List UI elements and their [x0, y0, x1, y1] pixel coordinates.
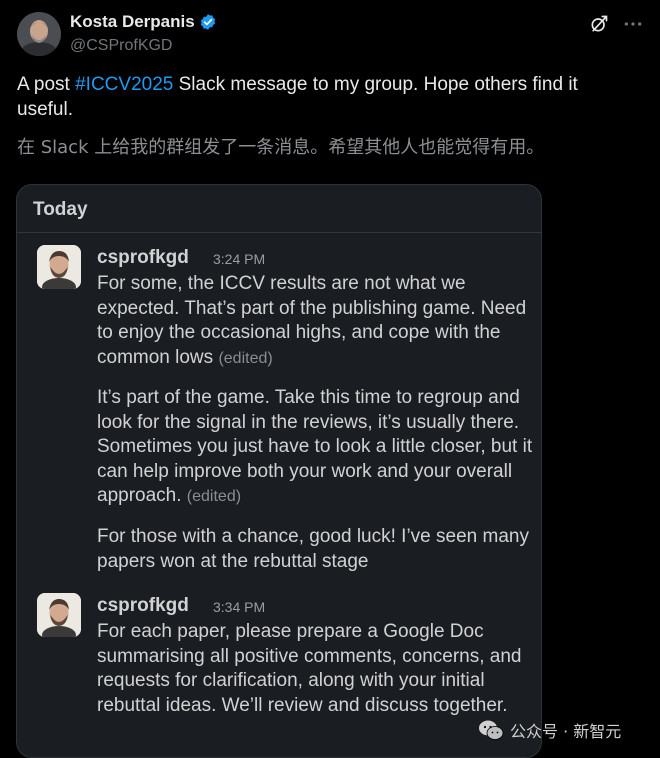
- message-username[interactable]: csprofkgd: [97, 595, 189, 617]
- message-timestamp[interactable]: 3:24 PM: [213, 251, 265, 267]
- user-avatar[interactable]: [37, 593, 81, 637]
- message-paragraph: It’s part of the game. Take this time to…: [97, 386, 533, 510]
- author-avatar[interactable]: [17, 12, 61, 56]
- grok-icon[interactable]: [589, 14, 609, 34]
- message-text: For some, the ICCV results are not what …: [97, 273, 527, 368]
- wechat-icon: [478, 719, 504, 741]
- author-name-text[interactable]: Kosta Derpanis: [70, 12, 195, 32]
- message-text: It’s part of the game. Take this time to…: [97, 387, 533, 507]
- message-text: For each paper, please prepare a Google …: [97, 621, 522, 716]
- post-text-prefix: A post: [17, 74, 76, 95]
- slack-message: csprofkgd 3:24 PM For some, the ICCV res…: [37, 245, 537, 575]
- hashtag-link[interactable]: #ICCV2025: [75, 74, 173, 95]
- message-text: For those with a chance, good luck! I’ve…: [97, 526, 529, 572]
- edited-label: (edited): [218, 349, 273, 367]
- slack-message: csprofkgd 3:34 PM For each paper, please…: [37, 593, 537, 753]
- day-divider-label: Today: [33, 199, 88, 220]
- author-handle[interactable]: @CSProfKGD: [70, 37, 172, 55]
- message-paragraph: For those with a chance, good luck! I’ve…: [97, 525, 533, 574]
- message-username[interactable]: csprofkgd: [97, 247, 189, 269]
- message-paragraph: For each paper, please prepare a Google …: [97, 620, 533, 718]
- author-name[interactable]: Kosta Derpanis: [70, 12, 217, 32]
- watermark: 公众号 · 新智元: [478, 718, 621, 742]
- day-divider: [17, 232, 541, 233]
- slack-screenshot[interactable]: Today csprofkgd 3:24 PM For some, the IC…: [16, 184, 542, 758]
- post-translation: 在 Slack 上给我的群组发了一条消息。希望其他人也能觉得有用。: [17, 137, 545, 158]
- message-paragraph: For some, the ICCV results are not what …: [97, 272, 533, 371]
- more-options-icon[interactable]: [623, 14, 643, 34]
- post-text: A post #ICCV2025 Slack message to my gro…: [17, 72, 617, 122]
- watermark-text: 公众号 · 新智元: [510, 722, 622, 741]
- post-header: Kosta Derpanis @CSProfKGD: [17, 10, 643, 60]
- header-actions: [589, 14, 643, 34]
- message-timestamp[interactable]: 3:34 PM: [213, 599, 265, 615]
- user-avatar[interactable]: [37, 245, 81, 289]
- verified-badge-icon: [199, 13, 217, 31]
- edited-label: (edited): [186, 488, 242, 506]
